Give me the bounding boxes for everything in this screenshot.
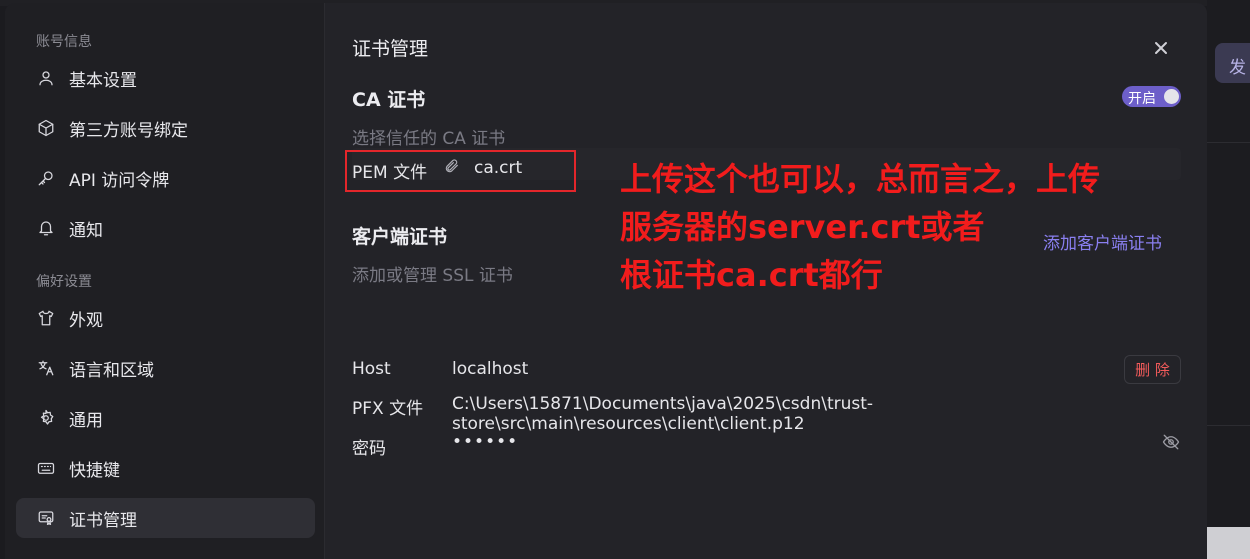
page-title: 证书管理 (352, 38, 429, 60)
background-app-right (1207, 0, 1250, 559)
pfx-file-label: PFX 文件 (352, 399, 424, 419)
annotation-line: 根证书ca.crt都行 (620, 256, 883, 294)
host-value: localhost (452, 359, 529, 379)
password-label: 密码 (352, 439, 386, 459)
toggle-label: 开启 (1128, 91, 1156, 107)
sidebar-item-label: 第三方账号绑定 (69, 120, 188, 141)
sidebar-item-certificates[interactable]: 证书管理 (16, 498, 315, 538)
settings-dialog: 账号信息 基本设置 第三方账号绑定 API 访问令牌 通知 偏好设置 外观 语言… (5, 3, 1207, 559)
background-send-button[interactable]: 发 (1215, 43, 1250, 83)
keyboard-icon (36, 458, 56, 478)
host-label: Host (352, 359, 391, 379)
section-title-preferences: 偏好设置 (36, 274, 92, 290)
sidebar-item-label: 外观 (69, 310, 103, 331)
client-cert-heading: 客户端证书 (352, 226, 448, 248)
certificate-settings-panel: 证书管理 CA 证书 开启 选择信任的 CA 证书 PEM 文件 ca.crt … (326, 3, 1207, 559)
background-divider (1207, 142, 1250, 143)
sidebar-item-label: 通知 (69, 220, 103, 241)
cube-icon (36, 118, 56, 138)
pfx-file-path[interactable]: C:\Users\15871\Documents\java\2025\csdn\… (452, 394, 1207, 434)
sidebar-item-label: API 访问令牌 (69, 170, 170, 191)
password-field[interactable]: •••••• (452, 432, 518, 452)
ca-cert-heading: CA 证书 (352, 89, 426, 111)
close-button[interactable] (1150, 37, 1172, 59)
ca-cert-description: 选择信任的 CA 证书 (352, 129, 506, 149)
ca-cert-toggle[interactable]: 开启 (1122, 86, 1181, 107)
client-cert-description: 添加或管理 SSL 证书 (352, 266, 513, 286)
sidebar-item-shortcuts[interactable]: 快捷键 (16, 448, 315, 488)
delete-button[interactable]: 删 除 (1124, 355, 1181, 384)
sidebar-item-label: 快捷键 (69, 460, 120, 481)
annotation-line: 上传这个也可以，总而言之，上传 (620, 160, 1101, 198)
sidebar-item-language[interactable]: 语言和区域 (16, 348, 315, 388)
settings-sidebar: 账号信息 基本设置 第三方账号绑定 API 访问令牌 通知 偏好设置 外观 语言… (5, 3, 325, 559)
key-icon (36, 168, 56, 188)
translate-icon (36, 358, 56, 378)
shirt-icon (36, 308, 56, 328)
sidebar-item-label: 证书管理 (69, 510, 137, 531)
add-client-cert-link[interactable]: 添加客户端证书 (1043, 229, 1162, 254)
certificate-icon (36, 508, 56, 528)
section-title-account: 账号信息 (36, 34, 92, 50)
sidebar-item-label: 语言和区域 (69, 360, 154, 381)
sidebar-item-appearance[interactable]: 外观 (16, 298, 315, 338)
gear-icon (36, 408, 56, 428)
background-panel (1207, 527, 1250, 559)
sidebar-item-label: 基本设置 (69, 70, 137, 91)
user-icon (36, 68, 56, 88)
annotation-text: 上传这个也可以，总而言之，上传 服务器的server.crt或者 根证书ca.c… (620, 155, 1160, 299)
sidebar-item-basic-settings[interactable]: 基本设置 (16, 58, 315, 98)
sidebar-item-api-token[interactable]: API 访问令牌 (16, 158, 315, 198)
toggle-knob (1164, 89, 1179, 104)
eye-off-icon[interactable] (1162, 433, 1182, 453)
sidebar-item-notifications[interactable]: 通知 (16, 208, 315, 248)
background-divider (1207, 425, 1250, 426)
sidebar-item-general[interactable]: 通用 (16, 398, 315, 438)
bell-icon (36, 218, 56, 238)
close-icon (1155, 42, 1167, 54)
sidebar-item-third-party[interactable]: 第三方账号绑定 (16, 108, 315, 148)
sidebar-item-label: 通用 (69, 410, 103, 431)
annotation-highlight-box (345, 150, 576, 192)
